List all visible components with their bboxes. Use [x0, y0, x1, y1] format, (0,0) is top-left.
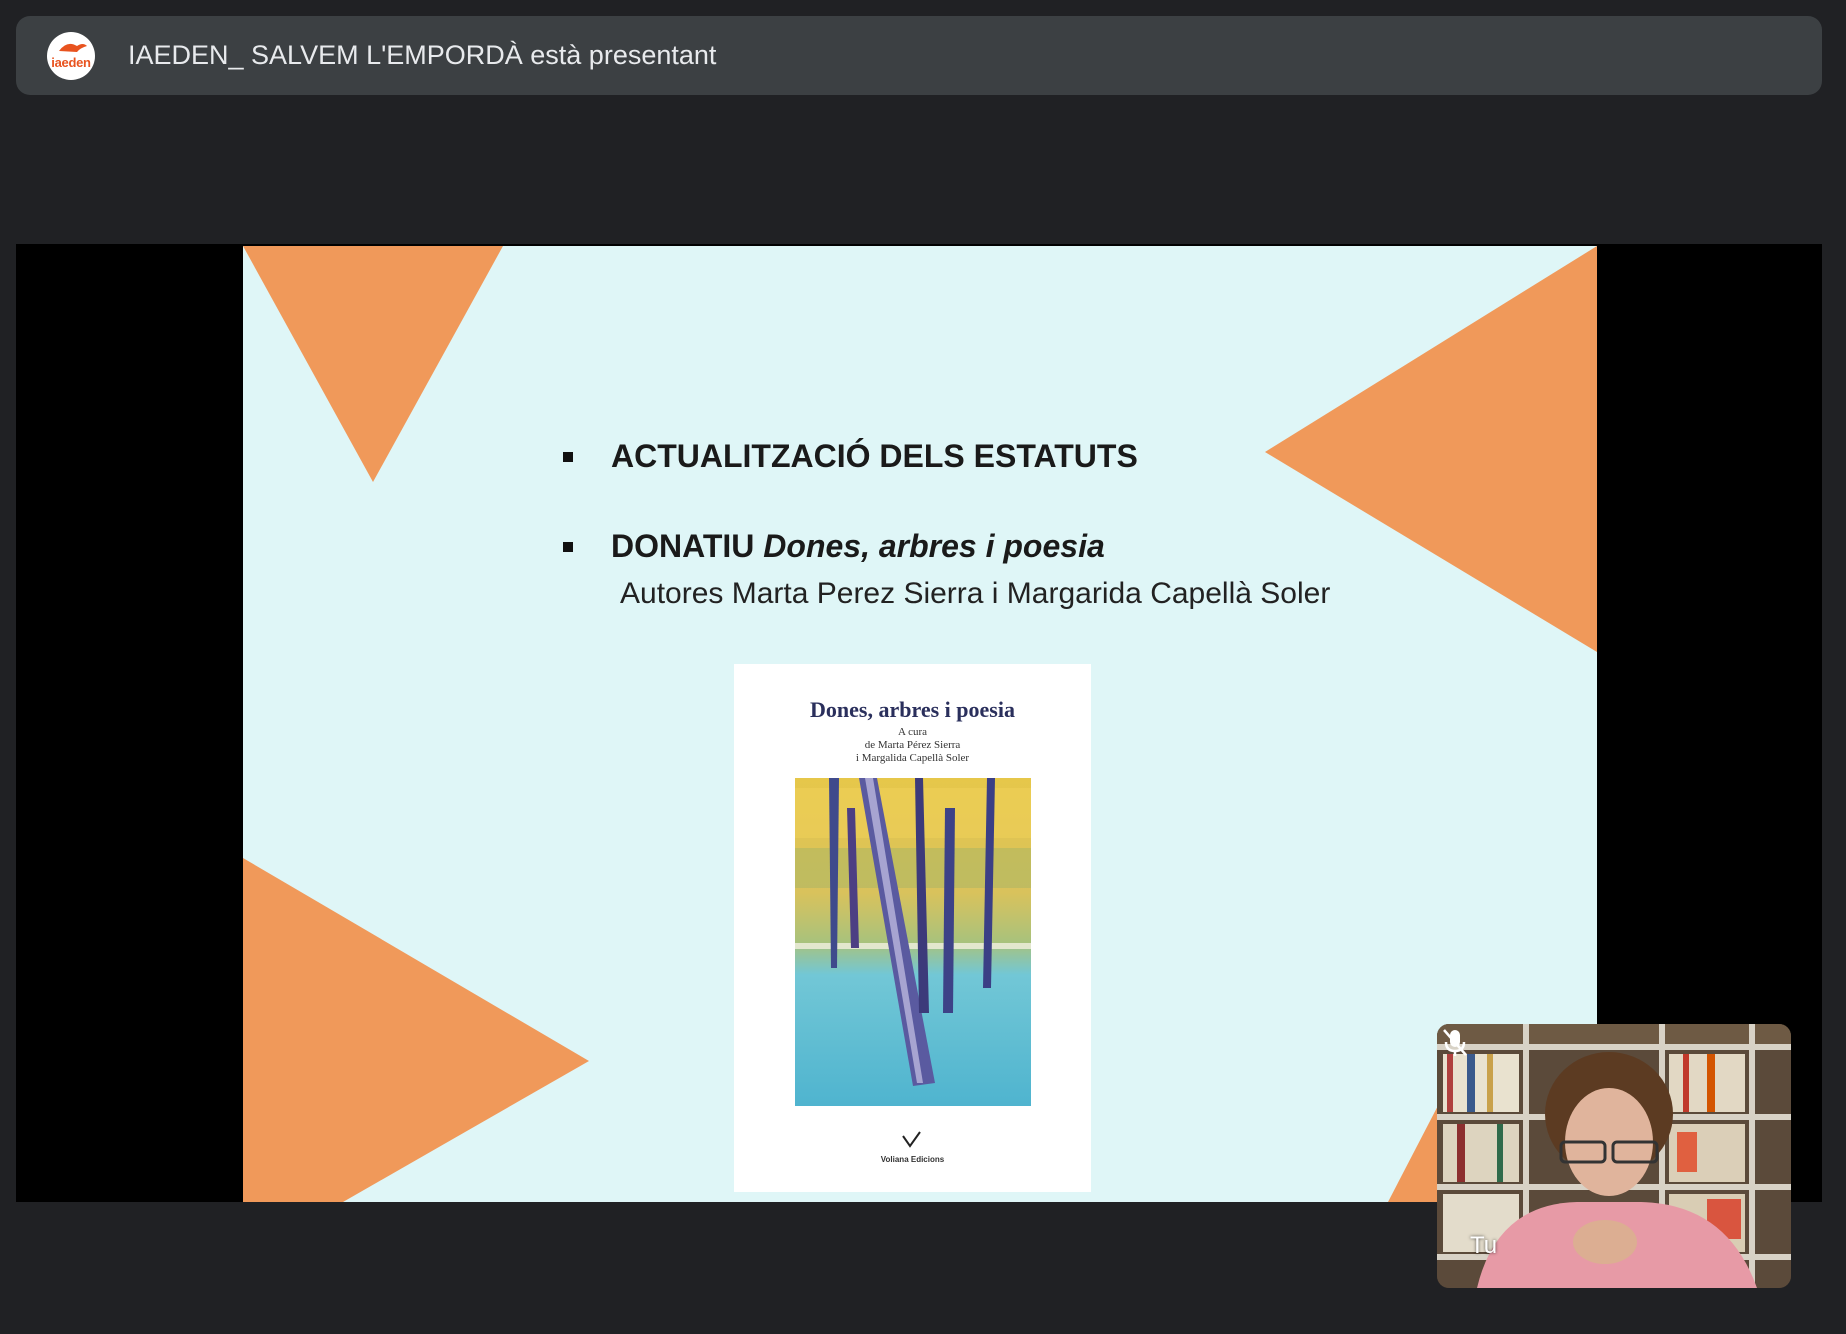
- presenting-banner: iaeden IAEDEN_ SALVEM L'EMPORDÀ està pre…: [16, 16, 1822, 95]
- publisher-logo-icon: [902, 1131, 921, 1148]
- presenting-title: IAEDEN_ SALVEM L'EMPORDÀ està presentant: [128, 40, 717, 70]
- mic-off-icon[interactable]: [1437, 1024, 1473, 1060]
- book-cover: Dones, arbres i poesia A cura de Marta P…: [734, 664, 1091, 1192]
- publisher-name: Voliana Edicions: [880, 1155, 945, 1164]
- bullet-2: [563, 542, 573, 552]
- presentation-slide: ACTUALITZACIÓ DELS ESTATUTS DONATIU Done…: [243, 246, 1597, 1202]
- presenter-avatar: iaeden: [47, 32, 95, 80]
- book-cover-art: [795, 778, 1031, 1106]
- book-sub-1: A cura: [897, 726, 927, 738]
- self-view-label: Tu: [1470, 1232, 1498, 1259]
- book-sub-2: de Marta Pérez Sierra: [864, 739, 961, 751]
- authors-line: Autores Marta Perez Sierra i Margarida C…: [620, 577, 1331, 610]
- triangle-bottom-left: [243, 858, 589, 1202]
- logo-text: iaeden: [51, 55, 91, 70]
- book-title: Dones, arbres i poesia: [810, 697, 1015, 722]
- triangle-top-left: [243, 246, 503, 482]
- self-view-tile[interactable]: Tu: [1437, 1024, 1791, 1288]
- item-2-prefix: DONATIU: [611, 528, 764, 564]
- slide-item-1: ACTUALITZACIÓ DELS ESTATUTS: [611, 438, 1138, 474]
- slide-item-2: DONATIU Dones, arbres i poesia: [611, 528, 1105, 565]
- item-2-emphasis: Dones, arbres i poesia: [763, 528, 1105, 564]
- bullet-1: [563, 452, 573, 462]
- triangle-bottom-right: [1388, 1096, 1443, 1202]
- book-sub-3: i Margalida Capellà Soler: [855, 752, 970, 764]
